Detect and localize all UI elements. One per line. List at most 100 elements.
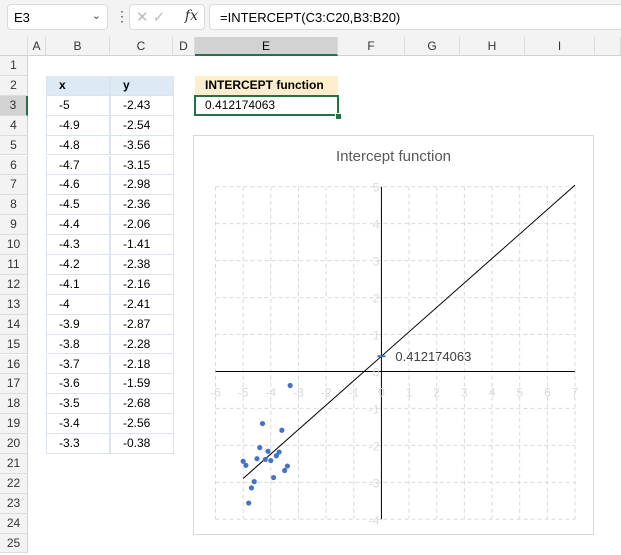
column-header-A[interactable]: A [28, 37, 46, 56]
data-point [262, 456, 268, 463]
name-box[interactable]: E3 ⌄ [7, 4, 108, 30]
x-icon[interactable]: ✕ [136, 9, 149, 26]
row-header-21[interactable]: 21 [0, 454, 28, 474]
row-header-1[interactable]: 1 [0, 56, 28, 76]
column-header-E[interactable]: E [195, 37, 338, 56]
table-cell-y[interactable]: -0.38 [110, 434, 174, 454]
check-icon[interactable]: ✓ [153, 9, 166, 26]
row-header-6[interactable]: 6 [0, 155, 28, 176]
row-header-24[interactable]: 24 [0, 513, 28, 534]
table-cell-y[interactable]: -2.41 [110, 294, 174, 315]
column-header-F[interactable]: F [338, 37, 405, 56]
table-cell-x[interactable]: -3.4 [46, 414, 110, 435]
table-cell-x[interactable]: -5 [46, 95, 110, 116]
table-cell-x[interactable]: -4.9 [46, 115, 110, 136]
table-cell-y[interactable]: -2.06 [110, 215, 174, 236]
row-header-11[interactable]: 11 [0, 255, 28, 275]
table-cell-x[interactable]: -4.5 [46, 195, 110, 216]
column-header-empty [595, 37, 621, 56]
x-tick-label: -4 [265, 385, 276, 399]
table-cell-y[interactable]: -2.98 [110, 175, 174, 196]
row-header-3[interactable]: 3 [0, 95, 28, 116]
table-cell-x[interactable]: -3.9 [46, 314, 110, 335]
data-point [284, 463, 290, 469]
table-cell-y[interactable]: -2.43 [110, 95, 174, 116]
table-cell-x[interactable]: -4.2 [46, 255, 110, 275]
row-header-10[interactable]: 10 [0, 235, 28, 255]
name-box-value: E3 [14, 10, 30, 25]
more-options-icon[interactable]: ⋮ [115, 8, 129, 25]
row-header-23[interactable]: 23 [0, 493, 28, 514]
table-header-y[interactable]: y [110, 75, 174, 96]
row-header-19[interactable]: 19 [0, 414, 28, 435]
column-header-G[interactable]: G [405, 37, 460, 56]
chart[interactable]: Intercept function -6 -5 -4 -3 -2 -1 0 1 2 3 4 5 6 7-… [193, 135, 594, 535]
row-header-22[interactable]: 22 [0, 473, 28, 494]
y-tick-label: -4 [369, 513, 380, 527]
row-header-18[interactable]: 18 [0, 394, 28, 415]
row-header-7[interactable]: 7 [0, 175, 28, 196]
table-cell-y[interactable]: -2.54 [110, 115, 174, 136]
result-header[interactable]: INTERCEPT function [195, 76, 338, 95]
row-header-9[interactable]: 9 [0, 215, 28, 236]
row-header-16[interactable]: 16 [0, 354, 28, 375]
table-cell-x[interactable]: -3.8 [46, 334, 110, 355]
table-cell-y[interactable]: -2.68 [110, 394, 174, 415]
table-cell-y[interactable]: -2.36 [110, 195, 174, 216]
table-cell-x[interactable]: -4.1 [46, 274, 110, 295]
y-tick-label: 3 [373, 255, 380, 269]
row-header-14[interactable]: 14 [0, 314, 28, 335]
table-cell-y[interactable]: -3.56 [110, 135, 174, 156]
formula-buttons: ✕ ✓ fx [129, 4, 205, 30]
table-cell-y[interactable]: -2.16 [110, 274, 174, 295]
fill-handle[interactable] [335, 113, 342, 120]
table-cell-x[interactable]: -3.5 [46, 394, 110, 415]
row-header-4[interactable]: 4 [0, 115, 28, 136]
table-cell-x[interactable]: -4.8 [46, 135, 110, 156]
column-header-D[interactable]: D [173, 37, 195, 56]
row-header-20[interactable]: 20 [0, 434, 28, 454]
x-tick-label: 7 [572, 385, 579, 399]
table-cell-y[interactable]: -3.15 [110, 155, 174, 176]
table-cell-y[interactable]: -2.28 [110, 334, 174, 355]
data-point [270, 474, 277, 481]
table-cell-x[interactable]: -3.3 [46, 434, 110, 454]
column-header-B[interactable]: B [46, 37, 110, 56]
row-header-2[interactable]: 2 [0, 75, 28, 96]
table-cell-y[interactable]: -2.38 [110, 255, 174, 275]
table-cell-x[interactable]: -4.3 [46, 235, 110, 255]
table-header-x[interactable]: x [46, 75, 110, 96]
table-cell-y[interactable]: -2.87 [110, 314, 174, 335]
row-header-5[interactable]: 5 [0, 135, 28, 156]
column-header-H[interactable]: H [460, 37, 525, 56]
table-cell-x[interactable]: -4.7 [46, 155, 110, 176]
row-header-8[interactable]: 8 [0, 195, 28, 216]
table-cell-x[interactable]: -3.7 [46, 354, 110, 375]
table-cell-y[interactable]: -2.18 [110, 354, 174, 375]
table-cell-x[interactable]: -4.4 [46, 215, 110, 236]
chevron-down-icon[interactable]: ⌄ [92, 9, 101, 22]
table-cell-x[interactable]: -3.6 [46, 374, 110, 395]
formula-toolbar: E3 ⌄ ⋮ ✕ ✓ fx =INTERCEPT(C3:C20,B3:B20) [0, 0, 621, 37]
table-cell-y[interactable]: -2.56 [110, 414, 174, 435]
x-tick-label: 5 [516, 385, 523, 399]
x-tick-label: -5 [238, 385, 249, 399]
formula-input[interactable]: =INTERCEPT(C3:C20,B3:B20) [209, 4, 621, 30]
table-cell-x[interactable]: -4.6 [46, 175, 110, 196]
table-cell-y[interactable]: -1.59 [110, 374, 174, 395]
column-header-C[interactable]: C [110, 37, 173, 56]
y-tick-label: 4 [373, 218, 380, 232]
data-point [257, 445, 263, 451]
column-header-I[interactable]: I [525, 37, 595, 56]
row-header-15[interactable]: 15 [0, 334, 28, 355]
table-cell-x[interactable]: -4 [46, 294, 110, 315]
row-header-25[interactable]: 25 [0, 533, 28, 554]
row-header-12[interactable]: 12 [0, 274, 28, 295]
x-tick-label: 1 [406, 385, 413, 399]
row-header-17[interactable]: 17 [0, 374, 28, 395]
table-cell-y[interactable]: -1.41 [110, 235, 174, 255]
fx-icon[interactable]: fx [185, 8, 198, 24]
select-all-corner[interactable] [0, 37, 28, 56]
row-header-13[interactable]: 13 [0, 294, 28, 315]
result-cell[interactable]: 0.412174063 [194, 95, 339, 116]
